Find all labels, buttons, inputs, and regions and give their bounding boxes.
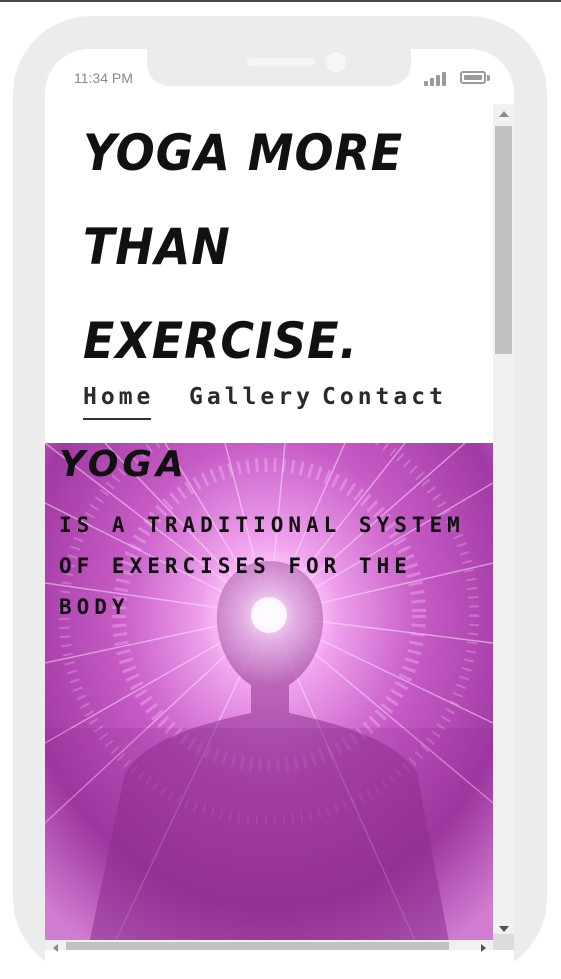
horizontal-scroll-thumb[interactable] — [66, 942, 449, 950]
signal-bars-icon — [424, 70, 450, 86]
status-time: 11:34 PM — [74, 70, 133, 86]
phone-camera-icon — [326, 52, 346, 72]
battery-nub — [487, 75, 490, 81]
phone-notch — [147, 49, 411, 86]
banner-description: IS A TRADITIONAL SYSTEM OF EXERCISES FOR… — [59, 513, 465, 619]
image-overlay — [45, 728, 493, 950]
vertical-scroll-thumb[interactable] — [495, 126, 512, 354]
active-nav-underline — [83, 418, 151, 420]
scroll-down-arrow-icon[interactable] — [499, 926, 509, 932]
top-border — [0, 0, 561, 2]
phone-speaker — [247, 58, 315, 66]
scroll-right-arrow-icon[interactable] — [481, 944, 486, 952]
scrollbar-corner — [493, 934, 514, 950]
scroll-up-arrow-icon[interactable] — [499, 111, 509, 117]
banner-heading: YOGA — [59, 444, 188, 485]
scroll-left-arrow-icon[interactable] — [53, 944, 58, 952]
nav-link-gallery[interactable]: Gallery — [189, 384, 314, 410]
page-viewport[interactable]: YOGA MORE THAN EXERCISE. Home Gallery Co… — [45, 104, 493, 950]
nav-link-home[interactable]: Home — [83, 384, 154, 410]
battery-icon — [460, 71, 486, 84]
nav-link-contact[interactable]: Contact — [322, 384, 447, 410]
page-title: YOGA MORE THAN EXERCISE. — [83, 124, 404, 370]
